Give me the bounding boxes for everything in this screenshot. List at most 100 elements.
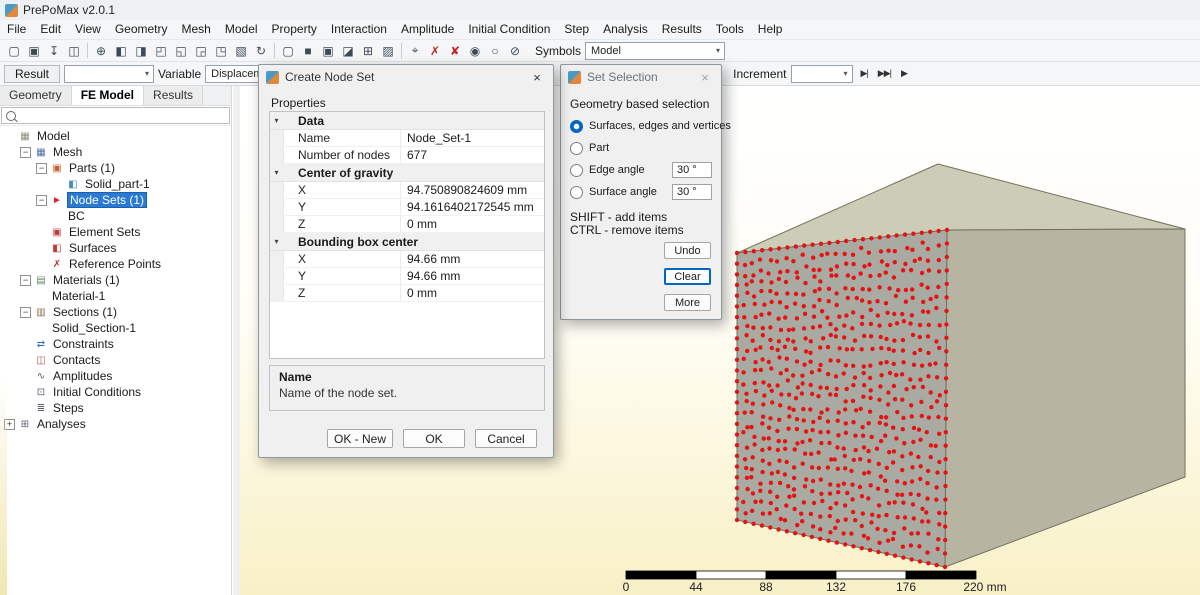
property-category-bounding-box-center[interactable]: ▾ Bounding box center xyxy=(270,233,544,251)
tree-item-reference-points[interactable]: ✗ Reference Points xyxy=(0,256,231,272)
menu-item-model[interactable]: Model xyxy=(218,20,265,39)
tab-geometry[interactable]: Geometry xyxy=(0,86,72,105)
tree-item-model[interactable]: ▦ Model xyxy=(0,128,231,144)
menu-item-step[interactable]: Step xyxy=(557,20,596,39)
ok-new-button[interactable]: OK - New xyxy=(326,429,393,448)
property-value[interactable]: 94.66 mm xyxy=(400,251,544,267)
radio-icon[interactable] xyxy=(570,119,583,133)
menu-item-initial-condition[interactable]: Initial Condition xyxy=(461,20,557,39)
menu-item-edit[interactable]: Edit xyxy=(33,20,68,39)
import-file-icon[interactable]: ↧ xyxy=(44,41,64,61)
radio-option-surface-angle[interactable]: Surface angle 30 ° xyxy=(561,181,721,203)
tree-expander-icon[interactable]: − xyxy=(36,162,47,174)
menu-item-file[interactable]: File xyxy=(0,20,33,39)
solid-view-icon[interactable]: ■ xyxy=(298,41,318,61)
animate-button[interactable]: ▶ xyxy=(897,65,911,83)
tree-item-material-1[interactable]: Material-1 xyxy=(0,288,231,304)
clear-button[interactable]: Clear xyxy=(664,268,711,285)
menu-item-tools[interactable]: Tools xyxy=(709,20,751,39)
highlight-icon[interactable]: ○ xyxy=(485,41,505,61)
menu-item-mesh[interactable]: Mesh xyxy=(175,20,218,39)
result-chip[interactable]: Result xyxy=(4,64,61,83)
property-value[interactable]: Node_Set-1 xyxy=(400,130,544,146)
radio-option-edge-angle[interactable]: Edge angle 30 ° xyxy=(561,159,721,181)
property-category-center-of-gravity[interactable]: ▾ Center of gravity xyxy=(270,164,544,182)
tree-item-constraints[interactable]: ⇄ Constraints xyxy=(0,336,231,352)
transparent-view-icon[interactable]: ▨ xyxy=(378,41,398,61)
solid-with-edges-view-icon[interactable]: ▣ xyxy=(318,41,338,61)
rotate-view-icon[interactable]: ↻ xyxy=(251,41,271,61)
clear-all-selection-icon[interactable]: ✘ xyxy=(445,41,465,61)
tree-expander-icon[interactable]: − xyxy=(20,306,31,318)
property-value[interactable]: 677 xyxy=(400,147,544,163)
tree-item-initial-conditions[interactable]: ⊡ Initial Conditions xyxy=(0,384,231,400)
property-value[interactable]: 94.750890824609 mm xyxy=(400,182,544,198)
property-value[interactable]: 0 mm xyxy=(400,216,544,232)
wireframe-view-icon[interactable]: ▢ xyxy=(278,41,298,61)
menu-item-property[interactable]: Property xyxy=(265,20,324,39)
menu-item-interaction[interactable]: Interaction xyxy=(324,20,394,39)
tree-expander-icon[interactable]: − xyxy=(20,274,31,286)
tree-item-solid-part-1[interactable]: ◧ Solid_part-1 xyxy=(0,176,231,192)
ok-button[interactable]: OK xyxy=(403,429,465,448)
tree-item-mesh[interactable]: − ▦ Mesh xyxy=(0,144,231,160)
tree-item-parts-1[interactable]: − ▣ Parts (1) xyxy=(0,160,231,176)
menu-item-analysis[interactable]: Analysis xyxy=(596,20,655,39)
surface-angle-input[interactable]: 30 ° xyxy=(672,184,712,200)
cancel-button[interactable]: Cancel xyxy=(475,429,537,448)
property-value[interactable]: 0 mm xyxy=(400,285,544,301)
radio-icon[interactable] xyxy=(570,141,583,155)
tree-expander-icon[interactable]: − xyxy=(20,146,31,158)
dialog-titlebar[interactable]: Create Node Set × xyxy=(259,65,553,89)
menu-item-geometry[interactable]: Geometry xyxy=(108,20,175,39)
tree-item-contacts[interactable]: ◫ Contacts xyxy=(0,352,231,368)
symbols-combobox[interactable]: Model ▾ xyxy=(585,41,726,60)
menu-item-amplitude[interactable]: Amplitude xyxy=(394,20,461,39)
more-button[interactable]: More xyxy=(664,294,711,311)
view-back-icon[interactable]: ◨ xyxy=(131,41,151,61)
tree-item-bc[interactable]: BC xyxy=(0,208,231,224)
show-hide-icon[interactable]: ◉ xyxy=(465,41,485,61)
radio-option-surfaces-edges-and-vertices[interactable]: Surfaces, edges and vertices xyxy=(561,115,731,137)
view-isometric-icon[interactable]: ▧ xyxy=(231,41,251,61)
menu-item-results[interactable]: Results xyxy=(655,20,709,39)
property-category-data[interactable]: ▾ Data xyxy=(270,112,544,130)
exploded-view-icon[interactable]: ⊞ xyxy=(358,41,378,61)
last-increment-button[interactable]: ▶▶| xyxy=(874,65,895,83)
dialog-titlebar[interactable]: Set Selection × xyxy=(561,65,721,89)
tab-fe-model[interactable]: FE Model xyxy=(71,86,145,105)
new-model-icon[interactable]: ▢ xyxy=(4,41,24,61)
result-combobox[interactable]: ▾ xyxy=(64,64,155,83)
tab-results[interactable]: Results xyxy=(144,86,204,105)
open-file-icon[interactable]: ▣ xyxy=(24,41,44,61)
first-increment-button[interactable]: ▶| xyxy=(857,65,872,83)
tree-item-node-sets-1[interactable]: − ► Node Sets (1) xyxy=(0,192,231,208)
tree-item-solid-section-1[interactable]: Solid_Section-1 xyxy=(0,320,231,336)
property-value[interactable]: 94.66 mm xyxy=(400,268,544,284)
tree-item-surfaces[interactable]: ◧ Surfaces xyxy=(0,240,231,256)
radio-icon[interactable] xyxy=(570,185,583,199)
view-right-icon[interactable]: ◳ xyxy=(211,41,231,61)
tree-item-amplitudes[interactable]: ∿ Amplitudes xyxy=(0,368,231,384)
radio-option-part[interactable]: Part xyxy=(561,137,721,159)
view-bottom-icon[interactable]: ◱ xyxy=(171,41,191,61)
filter-icon[interactable]: ⊘ xyxy=(505,41,525,61)
view-top-icon[interactable]: ◰ xyxy=(151,41,171,61)
tree-item-element-sets[interactable]: ▣ Element Sets xyxy=(0,224,231,240)
tree-item-steps[interactable]: ≣ Steps xyxy=(0,400,231,416)
tree-item-sections-1[interactable]: − ▥ Sections (1) xyxy=(0,304,231,320)
save-file-icon[interactable]: ◫ xyxy=(64,41,84,61)
remove-selection-icon[interactable]: ✗ xyxy=(425,41,445,61)
zoom-to-fit-icon[interactable]: ⊕ xyxy=(91,41,111,61)
tree-search-input[interactable] xyxy=(1,107,230,124)
section-view-icon[interactable]: ◪ xyxy=(338,41,358,61)
panel-splitter[interactable] xyxy=(233,86,240,595)
undo-button[interactable]: Undo xyxy=(664,242,711,259)
query-icon[interactable]: ⌖ xyxy=(405,41,425,61)
edge-angle-input[interactable]: 30 ° xyxy=(672,162,712,178)
tree-item-analyses[interactable]: + ⊞ Analyses xyxy=(0,416,231,432)
view-left-icon[interactable]: ◲ xyxy=(191,41,211,61)
view-front-icon[interactable]: ◧ xyxy=(111,41,131,61)
menu-item-help[interactable]: Help xyxy=(751,20,790,39)
radio-icon[interactable] xyxy=(570,163,583,177)
